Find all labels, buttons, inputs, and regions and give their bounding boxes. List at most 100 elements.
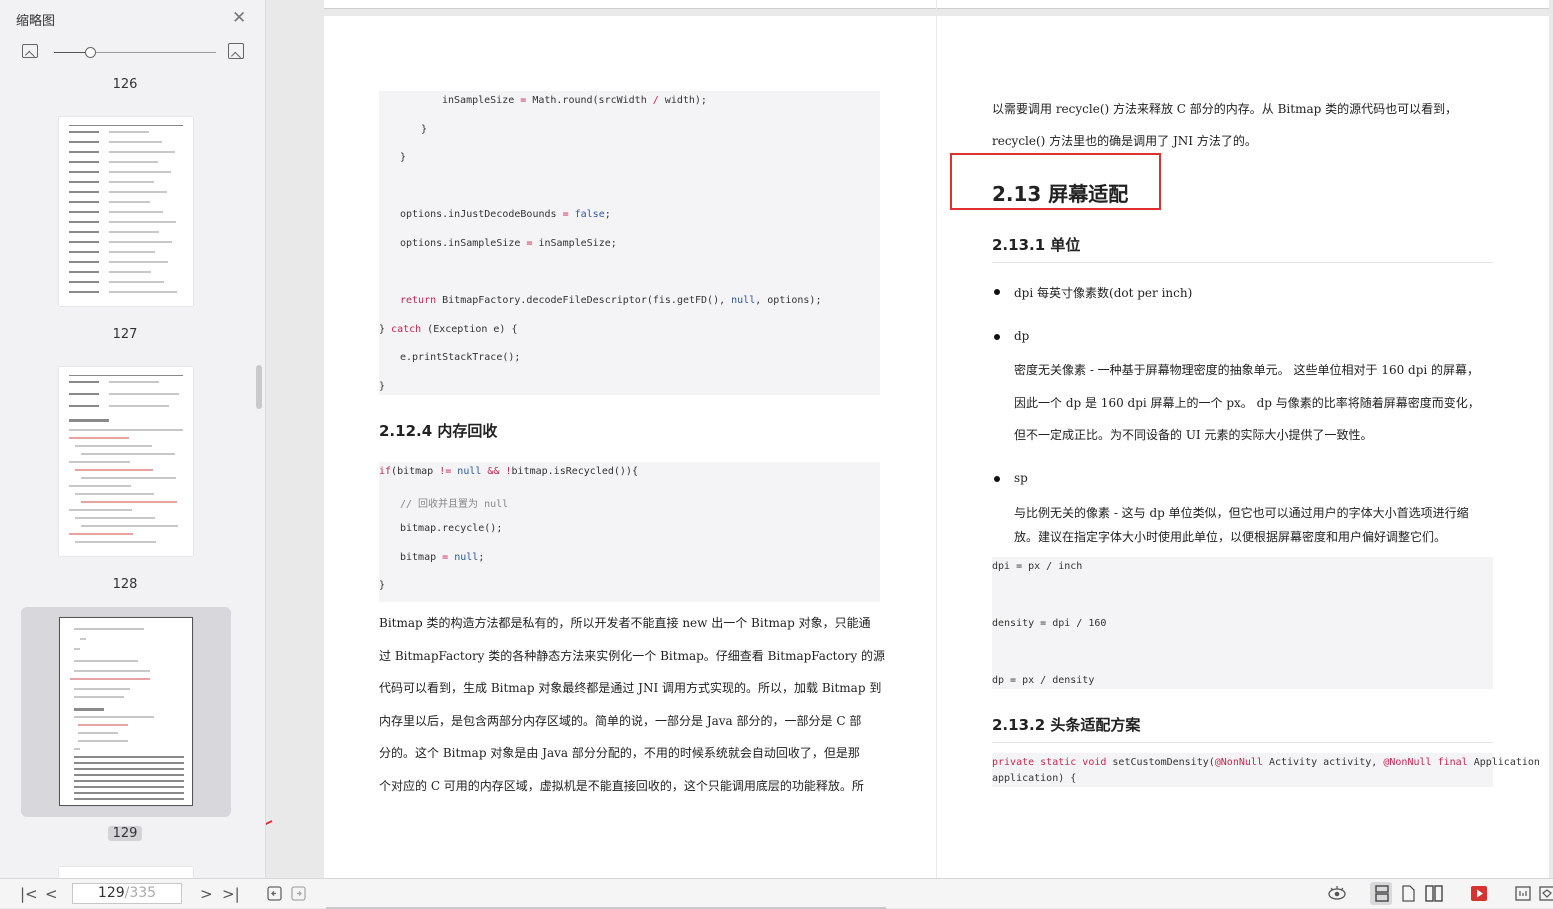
thumbnail-zoom-control — [22, 43, 247, 64]
code-token: } — [379, 381, 386, 392]
thumbnail-text-line — [74, 786, 184, 788]
status-bar: |< < 129/335 > >| — [0, 878, 1553, 909]
first-page-icon[interactable]: |< — [20, 885, 38, 903]
thumbnail-text-line — [109, 141, 162, 143]
bullet-dpi: dpi 每英寸像素数(dot per inch) — [1014, 284, 1494, 302]
bullet-term: dp — [1014, 329, 1030, 343]
formula-line: density = dpi / 160 — [992, 618, 1107, 629]
thumbnail-text-line — [78, 732, 118, 734]
formula-line: dpi = px / inch — [992, 561, 1083, 572]
paragraph-bitmap-memory: Bitmap 类的构造方法都是私有的，所以开发者不能直接 new 出一个 Bit… — [379, 614, 885, 814]
page-right: 以需要调用 recycle() 方法来释放 C 部分的内存。从 Bitmap 类… — [937, 16, 1549, 878]
thumbnail-text-line — [69, 141, 99, 143]
play-icon[interactable] — [1470, 885, 1488, 902]
thumbnail-text-line — [69, 191, 99, 193]
last-page-icon[interactable]: >| — [222, 885, 240, 903]
thumbnail-text-line — [74, 696, 124, 698]
paragraph-recycle: 以需要调用 recycle() 方法来释放 C 部分的内存。从 Bitmap 类… — [992, 100, 1493, 160]
thumbnail-text-line — [109, 381, 159, 383]
thumbnail-text-line — [69, 251, 99, 253]
large-image-icon[interactable] — [228, 43, 244, 59]
formula-line: dp = px / density — [992, 675, 1095, 686]
thumbnail-127[interactable] — [21, 107, 231, 317]
single-page-icon[interactable] — [1399, 885, 1417, 902]
zoom-slider-handle[interactable] — [85, 47, 97, 58]
thumbnail-text-line — [69, 405, 99, 407]
heading-rule — [992, 742, 1493, 743]
zoom-slider[interactable] — [54, 47, 216, 58]
bullet-desc-line: 密度无关像素 - 一种基于屏幕物理密度的抽象单元。 这些单位相对于 160 dp… — [1014, 363, 1480, 377]
code-token: } — [421, 123, 428, 135]
fullscreen-icon[interactable] — [1538, 885, 1553, 902]
thumbnail-text-line — [69, 181, 99, 183]
thumbnail-text-line — [75, 541, 156, 543]
code-token: (Exception e) { — [421, 323, 518, 335]
thumbnail-130[interactable] — [21, 857, 231, 878]
prev-page-icon[interactable]: < — [45, 885, 58, 903]
paragraph-line: 内存里以后，是包含两部分内存区域的。简单的说，一部分是 Java 部分的，一部分… — [379, 713, 862, 728]
thumbnail-text-line — [69, 381, 99, 383]
code-token: @NonNull — [1214, 757, 1263, 768]
thumbnail-text-line — [109, 291, 177, 293]
code-token: Activity activity, — [1262, 757, 1384, 768]
page-number-input[interactable]: 129/335 — [72, 883, 182, 904]
code-block-decode: inSampleSize = Math.round(srcWidth / wid… — [379, 91, 880, 395]
two-page-icon[interactable] — [1424, 885, 1444, 902]
back-icon[interactable] — [266, 885, 284, 902]
code-token: setCustomDensity( — [1106, 757, 1215, 768]
thumbnail-text-line — [69, 161, 99, 163]
thumbnail-text-line — [109, 281, 164, 283]
paragraph-line: 代码可以看到，生成 Bitmap 对象最终都是通过 JNI 调用方式实现的。所以… — [379, 681, 882, 695]
thumbnail-text-line — [78, 740, 128, 742]
code-block-density: private static void setCustomDensity(@No… — [992, 753, 1540, 787]
thumbnail-129[interactable] — [21, 607, 231, 817]
next-page-icon[interactable]: > — [200, 885, 213, 903]
small-image-icon[interactable] — [22, 44, 38, 58]
thumbnail-text-line — [109, 191, 167, 193]
eye-icon[interactable] — [1327, 885, 1347, 902]
thumbnail-text-line — [74, 756, 184, 758]
page-label-129[interactable]: 129 — [108, 826, 142, 841]
code-token: width); — [658, 95, 707, 106]
thumbnail-text-line — [74, 780, 184, 782]
fit-icon[interactable] — [1514, 885, 1532, 902]
sidebar-scrollbar[interactable] — [256, 365, 262, 409]
bullet-dot — [994, 476, 1000, 482]
close-icon[interactable]: ✕ — [232, 10, 246, 27]
thumbnail-text-line — [109, 181, 154, 183]
page-label-127[interactable]: 127 — [95, 327, 155, 342]
code-token: Application — [1467, 757, 1540, 768]
thumbnail-text-line — [109, 151, 175, 153]
paragraph-line: recycle() 方法里也的确是调用了 JNI 方法了的。 — [992, 134, 1257, 148]
code-token: final — [1437, 757, 1468, 768]
forward-icon[interactable] — [290, 885, 308, 902]
thumbnail-text-line — [69, 171, 99, 173]
page-label-128[interactable]: 128 — [95, 577, 155, 592]
thumbnail-text-line — [69, 461, 130, 463]
thumbnail-text-line — [74, 708, 104, 711]
thumbnail-text-line — [69, 221, 99, 223]
code-line: } catch (Exception e) { — [379, 324, 517, 335]
thumbnail-text-line — [109, 211, 163, 213]
thumbnail-text-line — [74, 628, 144, 630]
code-line: options.inSampleSize = inSampleSize; — [400, 238, 617, 249]
thumbnail-text-line — [109, 393, 179, 395]
thumbnail-page-128 — [59, 367, 193, 556]
thumbnail-text-line — [109, 241, 172, 243]
code-line: inSampleSize = Math.round(srcWidth / wid… — [442, 95, 707, 106]
thumbnail-text-line — [69, 291, 99, 293]
thumbnail-text-line — [74, 660, 138, 662]
code-token: null — [731, 295, 756, 307]
document-view: inSampleSize = Math.round(srcWidth / wid… — [266, 0, 1553, 878]
code-token: options.inJustDecodeBounds — [400, 209, 563, 221]
code-token: } — [379, 580, 386, 591]
thumbnail-text-line — [109, 161, 158, 163]
thumbnail-text-line — [69, 509, 132, 511]
thumbnail-text-line — [81, 525, 178, 527]
thumbnail-text-line — [69, 271, 99, 273]
sidebar-title: 缩略图 — [16, 14, 56, 29]
page-label-126[interactable]: 126 — [95, 77, 155, 92]
thumbnail-text-line — [69, 125, 183, 126]
code-token: inSampleSize; — [532, 238, 617, 249]
thumbnail-128[interactable] — [21, 357, 231, 567]
